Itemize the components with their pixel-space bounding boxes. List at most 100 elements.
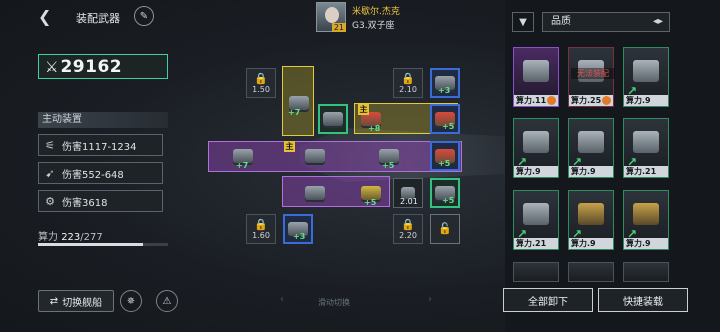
weapon-slot[interactable]: +5	[430, 141, 460, 171]
chevron-left-icon: ‹	[280, 294, 284, 305]
lock-icon: 🔒	[401, 71, 415, 85]
weapon-card[interactable]: ↗ 算力.9	[623, 190, 669, 250]
locked-slot[interactable]: 🔒 2.10	[393, 68, 423, 98]
turret-icon	[523, 203, 549, 225]
lock-slot-value: 1.50	[252, 84, 270, 94]
pilot-level: 21	[331, 23, 346, 32]
combat-power-box: ⚔ 29162	[38, 54, 168, 79]
gear-icon: ⚙	[45, 194, 55, 208]
upgrade-plus: +7	[288, 108, 301, 117]
turret-icon	[633, 131, 659, 153]
pilot-name: 米歇尔.杰克	[352, 7, 400, 17]
energy-current: 223	[61, 232, 81, 243]
weapon-slot[interactable]: +7	[228, 141, 258, 171]
weapon-slot[interactable]	[318, 104, 348, 134]
energy-bar	[38, 243, 168, 246]
quality-label: 品质	[551, 16, 571, 27]
pen-icon[interactable]: ✎	[134, 6, 154, 26]
card-energy-label: 算力.9	[624, 95, 668, 106]
lock-slot-value: 2.20	[399, 230, 417, 240]
turret-icon	[633, 60, 659, 82]
main-weapon-tag: 主	[358, 104, 369, 115]
weapon-slot[interactable]: +7	[284, 88, 314, 118]
upgrade-plus: +5	[442, 122, 455, 131]
weapon-card-partial[interactable]	[568, 262, 614, 282]
combat-power-value: 29162	[60, 56, 123, 77]
weapon-slot[interactable]: +5	[356, 178, 386, 208]
slot-value: 2.01	[400, 197, 418, 206]
card-energy-label: 算力.9	[624, 238, 668, 249]
weapon-slot[interactable]: +3	[283, 214, 313, 244]
weapon-slot[interactable]: +5	[430, 104, 460, 134]
locked-slot[interactable]: 🔒 1.50	[246, 68, 276, 98]
weapon-slot[interactable]: 2.01	[393, 178, 423, 208]
main-weapon-tag: 主	[284, 141, 295, 152]
turret-icon	[633, 203, 659, 225]
weapon-card[interactable]: ↗ 算力.9	[568, 190, 614, 250]
upgrade-plus: +5	[438, 159, 451, 168]
warning-badge-icon	[602, 96, 611, 105]
cannon-icon	[578, 131, 604, 153]
weapon-card-partial[interactable]	[623, 262, 669, 282]
weapon-slot[interactable]	[300, 141, 330, 171]
card-energy-label: 算力.9	[569, 238, 613, 249]
page-title: 装配武器	[76, 12, 120, 25]
unlocked-slot[interactable]: 🔓	[430, 214, 460, 244]
energy-bar-fill	[38, 243, 143, 246]
quality-select[interactable]: 品质 ◂▸	[542, 12, 670, 32]
cannon-icon	[523, 131, 549, 153]
turret-icon	[578, 203, 604, 225]
weapon-card[interactable]: ↗ 算力.9	[623, 47, 669, 107]
weapon-slot[interactable]	[300, 178, 330, 208]
weapon-card-partial[interactable]	[513, 262, 559, 282]
lock-icon: 🔒	[401, 217, 415, 231]
pilot-class: G3.双子座	[352, 21, 395, 31]
lock-icon: 🔒	[254, 217, 268, 231]
card-energy-label: 算力.21	[624, 166, 668, 177]
locked-slot[interactable]: 🔒 1.60	[246, 214, 276, 244]
formation-triangle-icon[interactable]: ⚠	[156, 290, 178, 312]
energy-title: 算力	[38, 232, 58, 243]
pilot-face	[325, 7, 339, 23]
cannon-icon	[305, 186, 325, 200]
weapon-slot[interactable]: +3	[430, 68, 460, 98]
sort-toggle-icon[interactable]: ◂▸	[653, 13, 663, 31]
turret-icon	[323, 112, 343, 126]
lock-slot-value: 2.10	[399, 84, 417, 94]
locked-slot[interactable]: 🔒 2.20	[393, 214, 423, 244]
stat-row-missile[interactable]: ➹ 伤害552-648	[38, 162, 163, 184]
upgrade-plus: +5	[382, 161, 395, 170]
weapon-slot[interactable]: +5	[430, 178, 460, 208]
swipe-hint: 滑动切换	[318, 298, 350, 307]
weapon-card[interactable]: ↗ 算力.21	[513, 190, 559, 250]
missile-icon: ➹	[45, 166, 55, 180]
card-energy-label: 算力.21	[514, 238, 558, 249]
chevron-right-icon: ›	[428, 294, 432, 305]
avatar[interactable]: 21	[316, 2, 346, 32]
claw-icon: ⚟	[45, 138, 55, 152]
stat-row-claw[interactable]: ⚟ 伤害1117-1234	[38, 134, 163, 156]
formation-wing-icon[interactable]: ✵	[120, 290, 142, 312]
weapon-card[interactable]: ↗ 算力.9	[513, 118, 559, 178]
filter-icon[interactable]: ▼	[512, 12, 534, 32]
weapon-slot[interactable]: +5	[374, 141, 404, 171]
weapon-card[interactable]: 无法装配 算力.25	[568, 47, 615, 107]
unload-all-button[interactable]: 全部卸下	[503, 288, 593, 312]
gunship-icon	[523, 60, 549, 82]
lock-icon: 🔒	[254, 71, 268, 85]
energy-max: /277	[80, 232, 103, 243]
weapon-card[interactable]: ↗ 算力.9	[568, 118, 614, 178]
crossed-swords-icon: ⚔	[45, 57, 59, 76]
cannot-equip-label: 无法装配	[571, 68, 615, 79]
card-energy-label: 算力.9	[569, 166, 613, 177]
unlock-icon: 🔓	[438, 222, 452, 235]
stat-row-gear[interactable]: ⚙ 伤害3618	[38, 190, 163, 212]
back-arrow-icon[interactable]: ❮	[38, 9, 54, 25]
weapon-card[interactable]: ↗ 算力.21	[623, 118, 669, 178]
switch-ship-button[interactable]: ⇄ 切换舰船	[38, 290, 114, 312]
weapon-card[interactable]: 算力.11	[513, 47, 559, 107]
switch-ship-label: 切换舰船	[62, 297, 103, 309]
energy-label: 算力 223/277	[38, 228, 103, 243]
quick-equip-button[interactable]: 快捷装载	[598, 288, 688, 312]
upgrade-plus: +3	[438, 86, 451, 95]
